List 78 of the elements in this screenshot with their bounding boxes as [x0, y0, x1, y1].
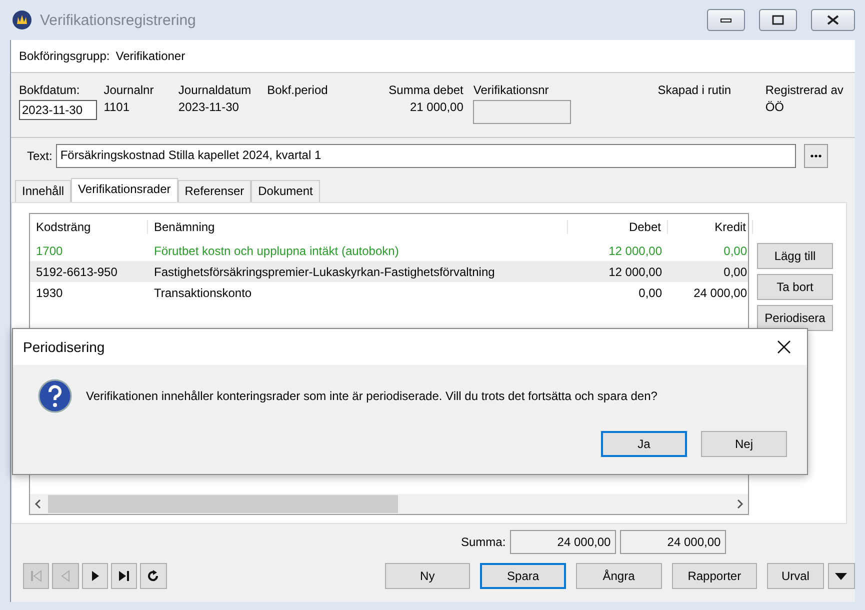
navigation-button[interactable]: [82, 563, 108, 589]
kredit-total-field: 24 000,00: [620, 530, 726, 554]
table-cell-text: Transaktionskonto: [153, 286, 253, 300]
table-cell-text: 0,00: [722, 264, 748, 278]
table-cell-text: 24 000,00: [692, 286, 748, 300]
field-label: Bokfdatum:: [19, 83, 81, 97]
table-cell-text: 1930: [35, 286, 64, 300]
table-cell-text: 0,00: [638, 286, 663, 300]
field-label: Skapad i rutin: [658, 83, 732, 97]
table-cell-text: 12 000,00: [608, 264, 663, 278]
close-icon: [826, 15, 840, 25]
tab[interactable]: Verifikationsrader: [71, 178, 178, 202]
dialog-title: Periodisering: [23, 339, 106, 355]
first-record-icon: [30, 570, 42, 582]
previous-icon: [60, 570, 70, 582]
sum-label: Summa:: [461, 535, 506, 549]
text-field[interactable]: Försäkringskostnad Stilla kapellet 2024, kvartal 1: [56, 144, 796, 168]
maximize-button[interactable]: [759, 9, 797, 31]
side-button[interactable]: Ta bort: [757, 274, 833, 300]
tab[interactable]: Innehåll: [15, 180, 72, 202]
field-value: 1101: [104, 100, 130, 114]
table-cell-text: 0,00: [722, 244, 748, 258]
field-value: 21 000,00: [410, 100, 464, 114]
navigation-button[interactable]: [110, 563, 138, 589]
refresh-icon: [147, 570, 160, 582]
toolbar-button[interactable]: Ångra: [576, 563, 662, 589]
field-value: ÖÖ: [765, 100, 785, 114]
maximize-icon: [772, 15, 784, 25]
dialog-message: Verifikationen innehåller konteringsrader som inte är periodiserade. Vill du trots det fortsätta och spara den?: [86, 389, 658, 403]
table-row[interactable]: 1930 Transaktionskonto 0,00 24 000,00: [30, 282, 748, 303]
column-header[interactable]: Kodsträng: [30, 220, 148, 234]
column-header[interactable]: Kredit: [668, 220, 753, 234]
text-label: Text:: [27, 149, 52, 163]
date-field[interactable]: 2023-11-30: [19, 100, 97, 120]
group-value: Verifikationer: [116, 49, 186, 63]
field-label: Journalnr: [104, 83, 155, 97]
app-logo-icon: [12, 10, 32, 30]
table-row[interactable]: 5192-6613-950 Fastighetsförsäkringspremier-Lukaskyrkan-Fastighetsförvaltning 12 000,00 0,00: [30, 261, 748, 282]
last-record-icon: [118, 570, 130, 582]
scrollbar-thumb[interactable]: [48, 495, 398, 513]
field-label: Bokf.period: [267, 83, 329, 97]
ellipsis-icon: [810, 154, 822, 158]
toolbar-button[interactable]: Rapporter: [672, 563, 758, 589]
field-value: 2023-11-30: [178, 100, 240, 114]
table-cell-text: 5192-6613-950: [35, 264, 118, 278]
tab[interactable]: Dokument: [251, 180, 320, 202]
side-button[interactable]: Lägg till: [757, 243, 833, 269]
field-label: Journaldatum: [178, 83, 252, 97]
tab[interactable]: Referenser: [178, 180, 252, 202]
table-row[interactable]: 1700 Förutbet kostn och upplupna intäkt (autobokn) 12 000,00 0,00: [30, 240, 748, 261]
next-icon: [90, 570, 100, 582]
dialog-button[interactable]: Nej: [701, 431, 787, 457]
toolbar-button[interactable]: Spara: [480, 563, 566, 589]
field-label: Summa debet: [388, 83, 464, 97]
minimize-icon: [720, 17, 732, 23]
close-icon: [777, 340, 791, 354]
dialog-button[interactable]: Ja: [601, 431, 687, 457]
close-button[interactable]: [811, 9, 855, 31]
side-button[interactable]: Periodisera: [757, 305, 833, 331]
caret-icon: [835, 572, 848, 580]
window-title: Verifikationsregistrering: [40, 12, 197, 28]
toolbar-button[interactable]: Ny: [384, 563, 470, 589]
group-label: Bokföringsgrupp:: [19, 49, 110, 63]
minimize-button[interactable]: [707, 9, 745, 31]
table-cell-text: 12 000,00: [608, 244, 663, 258]
navigation-button[interactable]: [140, 563, 167, 589]
dropdown-button[interactable]: [828, 563, 855, 589]
more-button[interactable]: [804, 144, 828, 168]
field-label: Verifikationsnr: [473, 83, 550, 97]
question-icon: [38, 379, 72, 413]
toolbar-button[interactable]: Urval: [767, 563, 824, 589]
table-cell-text: Fastighetsförsäkringspremier-Lukaskyrkan-Fastighetsförvaltning: [153, 264, 496, 278]
debet-total-field: 24 000,00: [510, 530, 616, 554]
column-header[interactable]: Debet: [568, 220, 668, 234]
table-cell-text: Förutbet kostn och upplupna intäkt (autobokn): [153, 244, 400, 258]
field-label: Registrerad av: [765, 83, 844, 97]
column-header[interactable]: Benämning: [148, 220, 568, 234]
table-cell-text: 1700: [35, 244, 64, 258]
